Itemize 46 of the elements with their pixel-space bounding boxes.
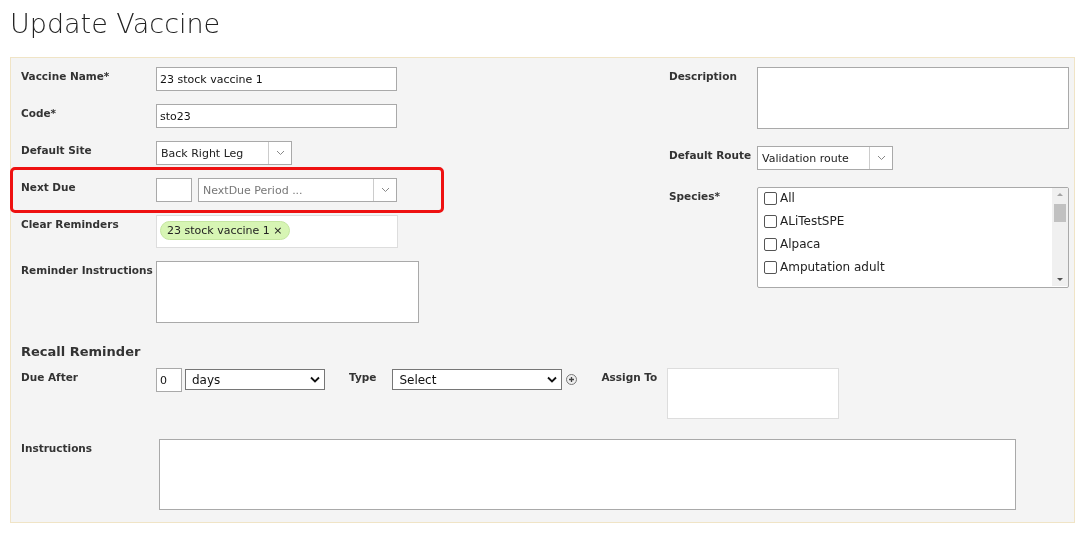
field-label: Instructions	[21, 441, 94, 456]
checkbox[interactable]	[764, 191, 777, 205]
checkbox-list[interactable]: All ALiTestSPE Alpaca Amputation adult	[757, 187, 1069, 288]
field-label: Next Due	[21, 180, 77, 193]
dropdown[interactable]: Select	[392, 369, 563, 390]
field-label: Default Site	[21, 143, 93, 156]
text-field[interactable]: 23 stock vaccine 1	[156, 67, 397, 91]
checkbox[interactable]	[764, 214, 777, 228]
field-label: Due After	[21, 370, 79, 383]
text-area[interactable]	[757, 67, 1069, 129]
chevron-icon	[547, 376, 558, 383]
number-field[interactable]: 0	[156, 368, 182, 392]
checkbox-label[interactable]: All	[780, 191, 795, 205]
field-label: Code*	[21, 106, 58, 119]
tag-chip[interactable]: 23 stock vaccine 1 ×	[160, 221, 290, 240]
text-field[interactable]: sto23	[156, 104, 397, 128]
dropdown[interactable]: Validation route	[757, 146, 893, 170]
checkbox-label[interactable]: Amputation adult	[780, 260, 885, 274]
section-heading: Recall Reminder	[21, 344, 142, 359]
field-label: Description	[669, 69, 738, 82]
text-area[interactable]	[159, 439, 1016, 510]
dropdown[interactable]: NextDue Period ...	[198, 178, 397, 202]
checkbox[interactable]	[764, 260, 777, 274]
field-label: Reminder Instructions	[21, 263, 154, 276]
page-title: Update Vaccine	[10, 7, 222, 41]
chevron-icon	[876, 155, 886, 161]
scrollbar[interactable]	[1052, 188, 1068, 286]
assignee-field[interactable]	[667, 368, 840, 419]
checkbox[interactable]	[764, 237, 777, 251]
number-field[interactable]	[156, 178, 192, 202]
dropdown[interactable]: Back Right Leg	[156, 141, 292, 165]
chevron-icon	[275, 150, 285, 156]
chevron-icon	[310, 376, 320, 383]
chevron-icon	[380, 187, 390, 193]
text-area[interactable]	[156, 261, 419, 323]
dropdown[interactable]: days	[185, 369, 325, 390]
checkbox-label[interactable]: ALiTestSPE	[780, 214, 845, 228]
field-label: Assign To	[601, 370, 658, 383]
field-label: Clear Reminders	[21, 217, 120, 230]
checkbox-label[interactable]: Alpaca	[780, 237, 821, 251]
field-label: Default Route	[669, 148, 753, 161]
field-label: Type	[349, 370, 377, 383]
add-icon[interactable]	[566, 374, 578, 385]
field-label: Species*	[669, 189, 721, 202]
tag-field[interactable]: 23 stock vaccine 1 ×	[156, 215, 398, 248]
field-label: Vaccine Name*	[21, 69, 111, 82]
